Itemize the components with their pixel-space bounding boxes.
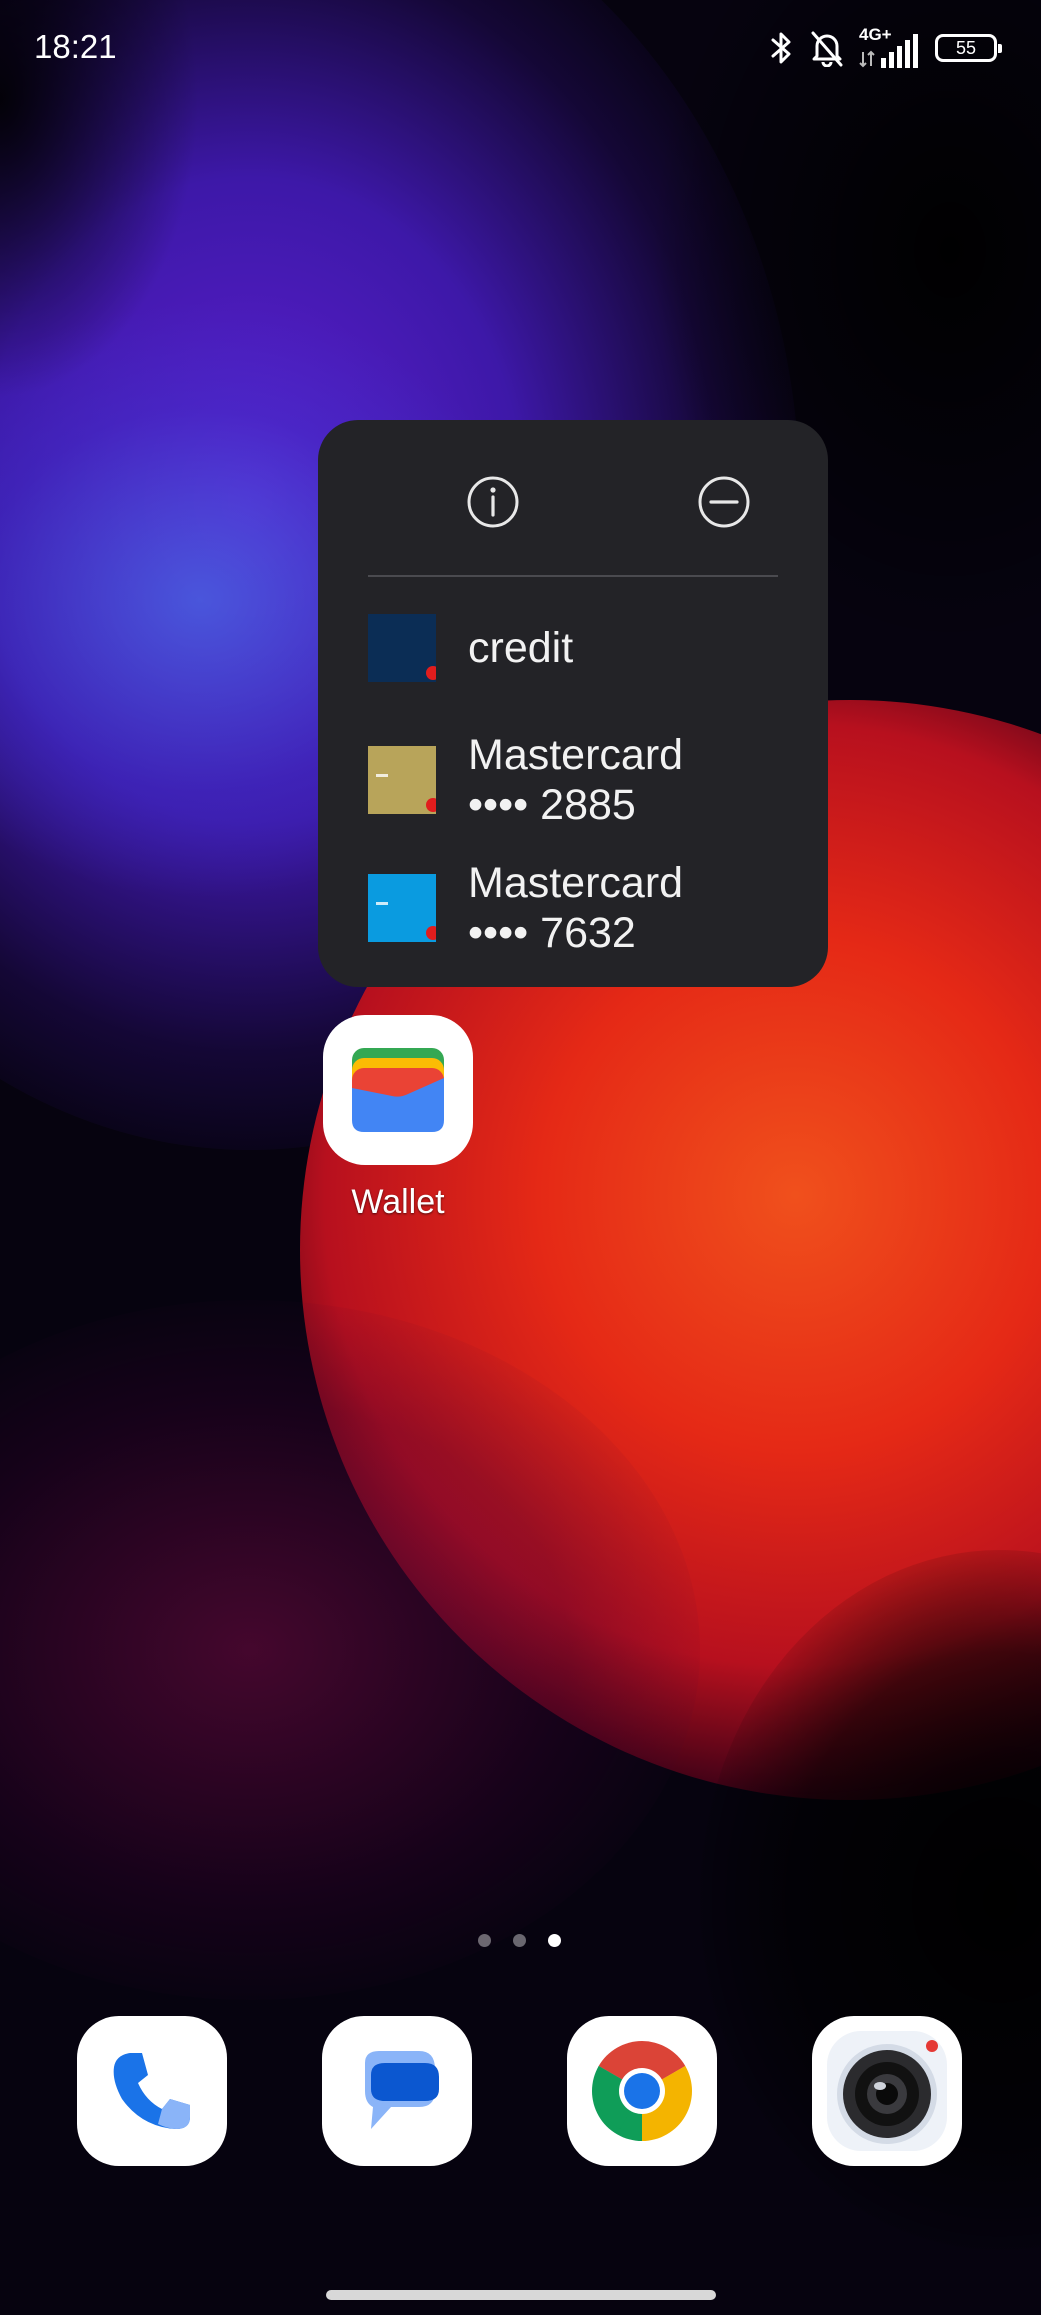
signal-icon: [859, 34, 918, 68]
shortcuts-popup: credit Mastercard •••• 2885 Mastercard •…: [318, 420, 828, 987]
wallpaper: [0, 0, 1041, 2315]
shortcut-label: credit: [468, 624, 574, 672]
wallet-app[interactable]: Wallet: [323, 1015, 473, 1222]
app-info-button[interactable]: [457, 466, 529, 538]
page-indicator[interactable]: [478, 1934, 561, 1947]
messages-app[interactable]: [322, 2016, 472, 2166]
card-thumbnail: [368, 614, 436, 682]
signal-indicator: 4G+: [859, 26, 921, 70]
bluetooth-icon: [771, 32, 791, 64]
remove-icon: [698, 476, 750, 528]
silent-bell-icon: [811, 31, 843, 67]
card-thumbnail: [368, 874, 436, 942]
status-time: 18:21: [34, 28, 117, 65]
page-dot-active[interactable]: [548, 1934, 561, 1947]
page-dot[interactable]: [478, 1934, 491, 1947]
camera-icon: [827, 2031, 947, 2151]
shortcut-credit[interactable]: credit: [368, 614, 808, 682]
status-bar: 18:21 4G+ 55: [0, 0, 1041, 96]
status-icons: 4G+ 55: [769, 24, 1002, 72]
popup-divider: [368, 575, 778, 577]
shortcut-label: Mastercard •••• 7632: [468, 859, 684, 957]
chrome-app[interactable]: [567, 2016, 717, 2166]
wallet-icon[interactable]: [323, 1015, 473, 1165]
messages-icon: [365, 2051, 439, 2129]
shortcut-label: Mastercard •••• 2885: [468, 731, 684, 829]
phone-icon: [113, 2053, 190, 2129]
shortcut-mastercard-2885[interactable]: Mastercard •••• 2885: [368, 730, 808, 830]
info-icon: [467, 476, 519, 528]
chrome-icon: [592, 2041, 692, 2141]
app-label: Wallet: [351, 1183, 445, 1221]
remove-button[interactable]: [688, 466, 760, 538]
card-thumbnail: [368, 746, 436, 814]
battery-icon: 55: [935, 34, 1002, 62]
home-gesture-bar[interactable]: [326, 2290, 716, 2300]
phone-app[interactable]: [77, 2016, 227, 2166]
shortcut-mastercard-7632[interactable]: Mastercard •••• 7632: [368, 858, 808, 958]
page-dot[interactable]: [513, 1934, 526, 1947]
camera-app[interactable]: [812, 2016, 962, 2166]
battery-level: 55: [955, 38, 977, 58]
